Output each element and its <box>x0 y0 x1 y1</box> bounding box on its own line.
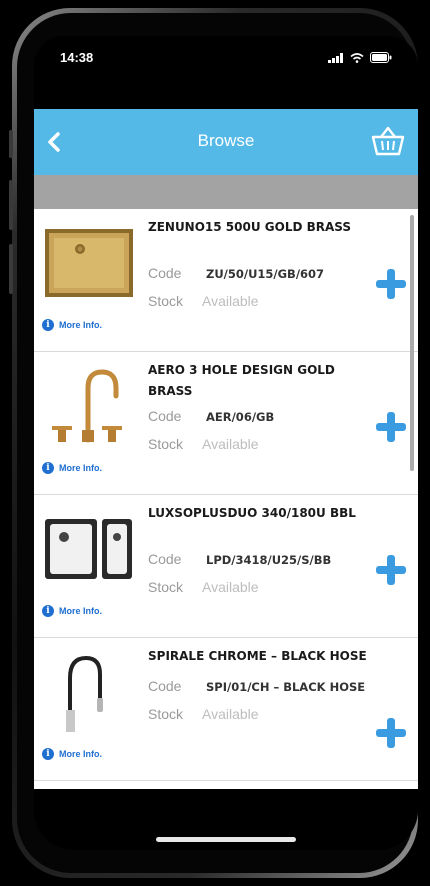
stock-status: Available <box>202 436 259 452</box>
stock-label: Stock <box>148 706 184 722</box>
product-name: SPIRALE CHROME – BLACK HOSE <box>148 649 367 663</box>
basket-icon[interactable] <box>370 123 406 159</box>
product-name: AERO 3 HOLE DESIGN GOLD BRASS <box>148 363 335 398</box>
more-info-label: More Info. <box>59 463 102 473</box>
status-icons <box>328 52 392 63</box>
code-label: Code <box>148 551 182 567</box>
more-info-label: More Info. <box>59 606 102 616</box>
stock-label: Stock <box>148 293 184 309</box>
more-info-link[interactable]: i More Info. <box>42 605 102 617</box>
status-bar: 14:38 <box>34 36 418 108</box>
product-name: LUXSOPLUSDUO 340/180U BBL <box>148 506 356 520</box>
product-code: LPD/3418/U25/S/BB <box>206 553 332 567</box>
info-icon: i <box>42 605 54 617</box>
battery-icon <box>370 52 392 63</box>
screen: 14:38 Browse i More Info. ZENUNO15 500U … <box>34 36 418 850</box>
more-info-link[interactable]: i More Info. <box>42 319 102 331</box>
stock-label: Stock <box>148 579 184 595</box>
volume-down-button <box>9 244 13 294</box>
page-title: Browse <box>197 131 255 150</box>
code-label: Code <box>148 265 182 281</box>
add-to-basket-button[interactable] <box>374 267 408 301</box>
list-item[interactable]: i More Info. AERO 3 HOLE DESIGN GOLD BRA… <box>34 352 418 495</box>
home-indicator[interactable] <box>156 837 296 842</box>
stock-status: Available <box>202 293 259 309</box>
stock-status: Available <box>202 579 259 595</box>
product-image-gold-sink[interactable] <box>42 223 136 303</box>
product-image-gold-tap[interactable] <box>42 366 136 446</box>
volume-up-button <box>9 180 13 230</box>
scrollbar[interactable] <box>410 215 414 471</box>
add-to-basket-button[interactable] <box>374 553 408 587</box>
product-image-double-sink[interactable] <box>42 509 136 589</box>
signal-icon <box>328 52 343 63</box>
stock-label: Stock <box>148 436 184 452</box>
code-label: Code <box>148 678 182 694</box>
info-icon: i <box>42 462 54 474</box>
nav-bar: Browse <box>34 109 418 175</box>
add-to-basket-button[interactable] <box>374 716 408 750</box>
code-label: Code <box>148 408 182 424</box>
product-list: i More Info. ZENUNO15 500U GOLD BRASS Co… <box>34 209 418 789</box>
wifi-icon <box>350 52 364 63</box>
stock-status: Available <box>202 706 259 722</box>
product-code: AER/06/GB <box>206 410 275 424</box>
more-info-label: More Info. <box>59 320 102 330</box>
more-info-link[interactable]: i More Info. <box>42 748 102 760</box>
product-name: ZENUNO15 500U GOLD BRASS <box>148 220 352 234</box>
product-code: ZU/50/U15/GB/607 <box>206 267 325 281</box>
mute-switch <box>9 130 13 158</box>
list-item[interactable]: i More Info. ZENUNO15 500U GOLD BRASS Co… <box>34 209 418 352</box>
list-item[interactable]: i More Info. LUXSOPLUSDUO 340/180U BBL C… <box>34 495 418 638</box>
more-info-label: More Info. <box>59 749 102 759</box>
list-item[interactable]: i More Info. SPIRALE CHROME – BLACK HOSE… <box>34 638 418 781</box>
more-info-link[interactable]: i More Info. <box>42 462 102 474</box>
add-to-basket-button[interactable] <box>374 410 408 444</box>
status-time: 14:38 <box>60 50 94 65</box>
filter-bar <box>34 175 418 209</box>
product-image-spiral-tap[interactable] <box>42 652 136 732</box>
info-icon: i <box>42 748 54 760</box>
info-icon: i <box>42 319 54 331</box>
product-code: SPI/01/CH – BLACK HOSE <box>206 680 366 694</box>
